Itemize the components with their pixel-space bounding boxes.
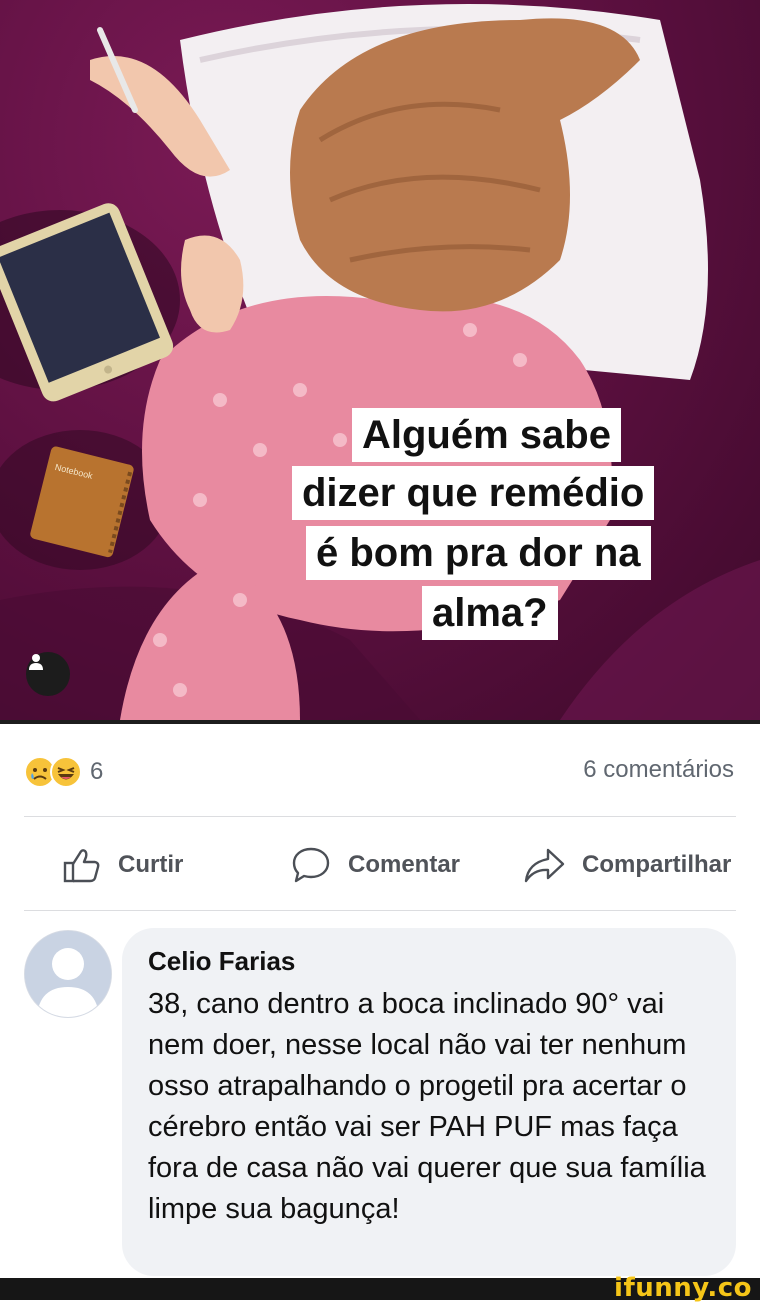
footer-bar: ifunny.co bbox=[0, 1273, 760, 1303]
speech-bubble-icon bbox=[292, 847, 330, 883]
share-button[interactable]: Compartilhar bbox=[522, 842, 731, 888]
ifunny-watermark: ifunny.co bbox=[614, 1273, 752, 1303]
like-button[interactable]: Curtir bbox=[62, 842, 183, 888]
share-label: Compartilhar bbox=[582, 851, 732, 878]
caption-line-3: é bom pra dor na bbox=[306, 526, 651, 580]
illustration: Notebook bbox=[0, 4, 760, 720]
caption-line-2: dizer que remédio bbox=[292, 466, 655, 520]
thumbs-up-icon bbox=[63, 849, 100, 883]
reactions-summary[interactable]: 6 bbox=[24, 752, 103, 792]
caption-line-4: alma? bbox=[422, 586, 558, 640]
like-label: Curtir bbox=[118, 851, 184, 878]
image-border bbox=[0, 720, 760, 724]
share-arrow-icon bbox=[524, 848, 565, 883]
comment-label: Comentar bbox=[348, 851, 461, 878]
default-avatar-icon bbox=[25, 931, 111, 1017]
profile-button[interactable] bbox=[26, 652, 70, 696]
comments-count-link[interactable]: 6 comentários bbox=[583, 756, 734, 784]
reaction-count: 6 bbox=[90, 758, 104, 785]
avatar[interactable] bbox=[24, 930, 112, 1018]
divider bbox=[24, 816, 736, 817]
comment-bubble: Celio Farias 38, cano dentro a boca incl… bbox=[122, 928, 736, 1276]
comment-author[interactable]: Celio Farias bbox=[148, 942, 712, 980]
post-image[interactable]: Notebook Alguém sabe dizer que remédio é… bbox=[0, 0, 760, 720]
comment-text: 38, cano dentro a boca inclinado 90° vai… bbox=[148, 988, 706, 1225]
laughing-face-emoji bbox=[50, 756, 82, 788]
person-icon bbox=[29, 654, 43, 670]
divider bbox=[24, 910, 736, 911]
caption-line-1: Alguém sabe bbox=[352, 408, 621, 462]
comment-button[interactable]: Comentar bbox=[290, 842, 460, 888]
